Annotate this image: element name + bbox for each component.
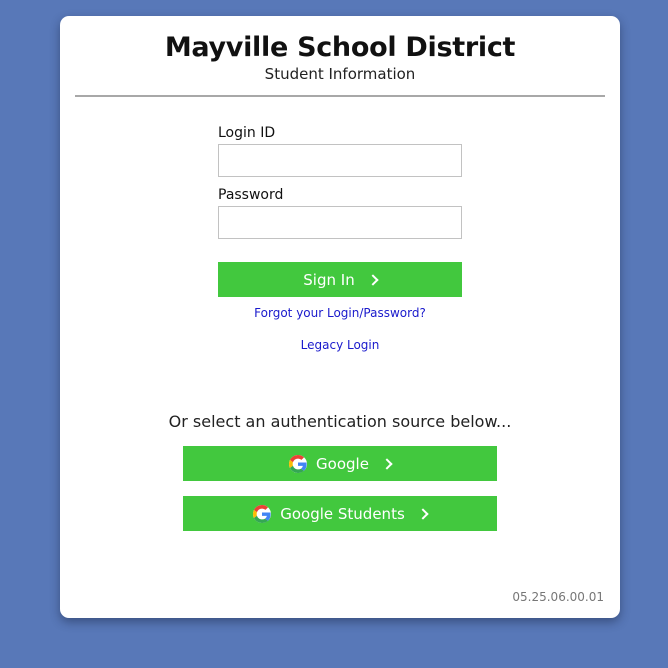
page-subtitle: Student Information [264,65,416,83]
google-students-login-label: Google Students [280,504,405,523]
header: Mayville School District Student Informa… [60,16,620,85]
google-icon [289,454,308,473]
sign-in-button[interactable]: Sign In [218,262,462,297]
page-title: Mayville School District [164,32,516,63]
auth-source-prompt: Or select an authentication source below… [168,412,512,431]
sign-in-label: Sign In [303,270,355,289]
google-login-label: Google [316,454,369,473]
password-input[interactable] [218,206,462,239]
login-form: Login ID Password [218,124,462,248]
chevron-right-icon [417,508,429,520]
login-id-input[interactable] [218,144,462,177]
version-number: 05.25.06.00.01 [512,590,604,604]
google-login-button[interactable]: Google [183,446,497,481]
legacy-login-link[interactable]: Legacy Login [60,338,620,352]
google-icon [253,504,272,523]
chevron-right-icon [381,458,393,470]
forgot-password-link[interactable]: Forgot your Login/Password? [60,306,620,320]
login-card: Mayville School District Student Informa… [60,16,620,618]
password-label: Password [218,187,284,203]
google-students-login-button[interactable]: Google Students [183,496,497,531]
login-id-label: Login ID [218,125,276,141]
header-divider [75,95,605,97]
chevron-right-icon [367,274,379,286]
